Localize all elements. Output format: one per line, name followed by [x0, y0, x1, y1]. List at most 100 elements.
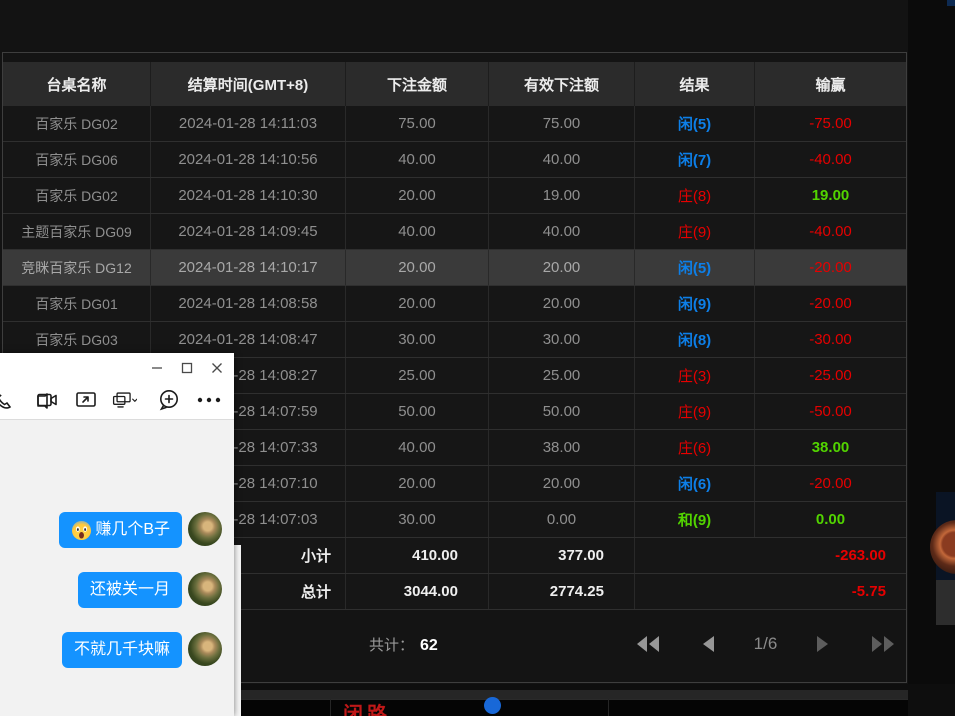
- column-header-table-name: 台桌名称: [3, 62, 151, 106]
- record-count-label: 共计：: [369, 637, 414, 654]
- table-row[interactable]: 百家乐 DG022024-01-28 14:11:0375.0075.00闲(5…: [3, 106, 906, 142]
- table-cell: 40.00: [346, 430, 489, 465]
- table-cell: 百家乐 DG01: [3, 286, 151, 321]
- background-grey-block: [936, 580, 955, 625]
- table-row[interactable]: 百家乐 DG022024-01-28 14:10:3020.0019.00庄(8…: [3, 178, 906, 214]
- table-cell: 庄(9): [635, 214, 755, 249]
- table-cell: 0.00: [755, 502, 906, 537]
- roadmap-dot-icon: [484, 697, 501, 714]
- column-header-winloss: 输赢: [755, 62, 906, 106]
- total-valid: 2774.25: [489, 574, 635, 609]
- chat-message: 不就几千块嘛: [62, 632, 222, 668]
- voice-call-icon[interactable]: [0, 387, 15, 413]
- table-cell: 主题百家乐 DG09: [3, 214, 151, 249]
- table-cell: 闲(5): [635, 250, 755, 285]
- table-cell: 38.00: [489, 430, 635, 465]
- chat-plus-icon[interactable]: [156, 387, 182, 413]
- table-row[interactable]: 竞眯百家乐 DG122024-01-28 14:10:1720.0020.00闲…: [3, 250, 906, 286]
- table-cell: 闲(9): [635, 286, 755, 321]
- table-cell: 30.00: [346, 502, 489, 537]
- table-cell: 30.00: [489, 322, 635, 357]
- table-cell: 40.00: [489, 142, 635, 177]
- record-count-value: 62: [420, 637, 438, 654]
- close-button[interactable]: [208, 359, 226, 377]
- chat-message-area: 赚几个B子 还被关一月 不就几千块嘛: [0, 420, 234, 716]
- table-cell: 19.00: [489, 178, 635, 213]
- table-cell: -75.00: [755, 106, 906, 141]
- table-cell: 闲(7): [635, 142, 755, 177]
- table-cell: 庄(9): [635, 394, 755, 429]
- maximize-button[interactable]: [178, 359, 196, 377]
- table-row[interactable]: 百家乐 DG012024-01-28 14:08:5820.0020.00闲(9…: [3, 286, 906, 322]
- chat-window: 赚几个B子 还被关一月 不就几千块嘛: [0, 353, 234, 716]
- table-cell: 40.00: [489, 214, 635, 249]
- chat-message: 赚几个B子: [59, 512, 222, 548]
- table-cell: -25.00: [755, 358, 906, 393]
- total-winloss: -5.75: [635, 574, 906, 609]
- table-cell: 2024-01-28 14:11:03: [151, 106, 346, 141]
- table-cell: 20.00: [346, 286, 489, 321]
- table-cell: 38.00: [755, 430, 906, 465]
- avatar[interactable]: [188, 572, 222, 606]
- subtotal-bet: 410.00: [346, 538, 489, 573]
- table-cell: 百家乐 DG06: [3, 142, 151, 177]
- screen-share-icon[interactable]: [73, 387, 99, 413]
- next-page-button[interactable]: [808, 631, 838, 657]
- avatar[interactable]: [188, 512, 222, 546]
- table-cell: 40.00: [346, 142, 489, 177]
- table-cell: -40.00: [755, 214, 906, 249]
- table-cell: 0.00: [489, 502, 635, 537]
- table-cell: 2024-01-28 14:08:58: [151, 286, 346, 321]
- screen: 台桌名称 结算时间(GMT+8) 下注金额 有效下注额 结果 输赢 百家乐 DG…: [0, 0, 955, 716]
- table-cell: 2024-01-28 14:10:30: [151, 178, 346, 213]
- first-page-button[interactable]: [633, 631, 663, 657]
- table-cell: 和(9): [635, 502, 755, 537]
- previous-page-button[interactable]: [693, 631, 723, 657]
- avatar[interactable]: [188, 632, 222, 666]
- table-row[interactable]: 百家乐 DG062024-01-28 14:10:5640.0040.00闲(7…: [3, 142, 906, 178]
- table-cell: 百家乐 DG03: [3, 322, 151, 357]
- subtotal-winloss: -263.00: [635, 538, 906, 573]
- chat-bubble: 赚几个B子: [59, 512, 182, 548]
- scream-emoji-icon: [71, 520, 92, 541]
- chat-bubble: 不就几千块嘛: [62, 632, 182, 668]
- table-row[interactable]: 主题百家乐 DG092024-01-28 14:09:4540.0040.00庄…: [3, 214, 906, 250]
- roadmap-tab-partial: 闭路: [343, 698, 391, 716]
- background-navy-sliver: [947, 0, 955, 6]
- subtotal-valid: 377.00: [489, 538, 635, 573]
- table-cell: -20.00: [755, 286, 906, 321]
- table-cell: 庄(3): [635, 358, 755, 393]
- table-cell: 75.00: [346, 106, 489, 141]
- table-cell: 闲(5): [635, 106, 755, 141]
- table-cell: 50.00: [346, 394, 489, 429]
- remote-desktop-icon[interactable]: [111, 387, 137, 413]
- table-cell: -30.00: [755, 322, 906, 357]
- background-window-sliver: [234, 545, 241, 716]
- chat-message: 还被关一月: [78, 572, 222, 608]
- table-cell: 2024-01-28 14:09:45: [151, 214, 346, 249]
- table-cell: 19.00: [755, 178, 906, 213]
- pagination: 1/6: [633, 624, 898, 664]
- table-cell: 50.00: [489, 394, 635, 429]
- table-cell: 2024-01-28 14:08:47: [151, 322, 346, 357]
- video-call-icon[interactable]: [34, 387, 60, 413]
- table-cell: 20.00: [346, 250, 489, 285]
- chat-message-text: 赚几个B子: [95, 512, 170, 548]
- more-options-icon[interactable]: [196, 387, 222, 413]
- table-cell: -40.00: [755, 142, 906, 177]
- table-cell: 20.00: [489, 250, 635, 285]
- table-cell: -50.00: [755, 394, 906, 429]
- table-cell: 20.00: [346, 178, 489, 213]
- table-cell: 庄(6): [635, 430, 755, 465]
- chat-titlebar[interactable]: [0, 353, 234, 383]
- chat-message-text: 还被关一月: [90, 572, 170, 608]
- table-header-row: 台桌名称 结算时间(GMT+8) 下注金额 有效下注额 结果 输赢: [3, 62, 906, 106]
- minimize-button[interactable]: [148, 359, 166, 377]
- column-header-bet-amount: 下注金额: [346, 62, 489, 106]
- last-page-button[interactable]: [868, 631, 898, 657]
- column-header-settle-time: 结算时间(GMT+8): [151, 62, 346, 106]
- table-cell: 竞眯百家乐 DG12: [3, 250, 151, 285]
- table-cell: 20.00: [489, 466, 635, 501]
- column-header-result: 结果: [635, 62, 755, 106]
- chat-message-text: 不就几千块嘛: [74, 632, 170, 668]
